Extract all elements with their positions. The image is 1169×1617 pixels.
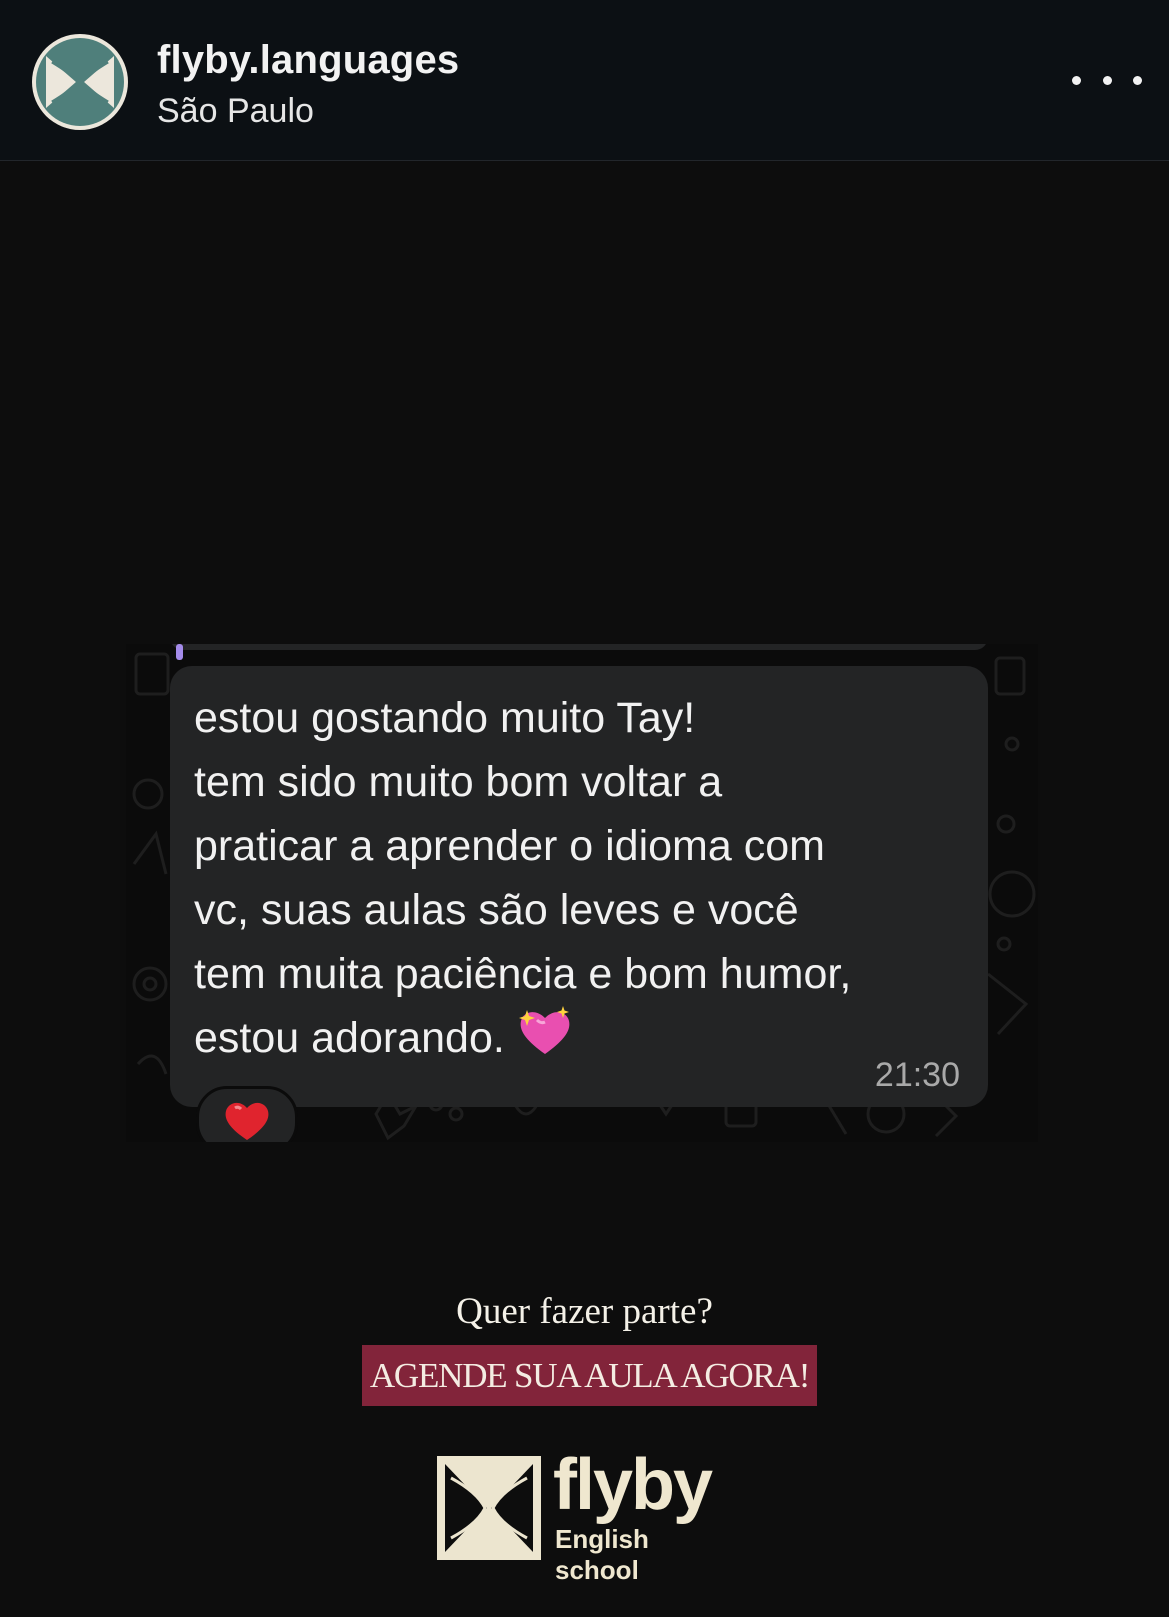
message-last-line: estou adorando.	[194, 1006, 974, 1070]
profile-username[interactable]: flyby.languages	[157, 38, 459, 83]
message-line: estou adorando.	[194, 1014, 505, 1062]
chat-message-bubble: estou gostando muito Tay! tem sido muito…	[170, 666, 988, 1107]
more-dot	[1133, 75, 1142, 85]
schedule-class-banner: AGENDE SUA AULA AGORA!	[362, 1345, 817, 1406]
cta-question: Quer fazer parte?	[456, 1291, 713, 1332]
message-line: tem sido muito bom voltar a	[194, 758, 723, 806]
post-header: flyby.languages São Paulo	[0, 0, 1169, 161]
message-line: tem muita paciência e bom humor,	[194, 950, 852, 998]
message-time: 21:30	[874, 1056, 960, 1094]
brand-logo: flyby English school	[437, 1445, 737, 1585]
message-reaction[interactable]	[196, 1086, 298, 1142]
message-text: estou gostando muito Tay! tem sido muito…	[194, 686, 974, 1070]
reply-indicator	[176, 644, 183, 660]
chat-screenshot: estou gostando muito Tay! tem sido muito…	[126, 644, 1038, 1142]
red-heart-icon	[225, 1102, 269, 1140]
post-location[interactable]: São Paulo	[157, 92, 314, 131]
more-dot	[1072, 75, 1081, 85]
flyby-brand-mark-icon	[437, 1456, 541, 1560]
message-line: vc, suas aulas são leves e você	[194, 886, 799, 934]
more-options-icon[interactable]	[1072, 60, 1142, 100]
message-line: praticar a aprender o idioma com	[194, 822, 825, 870]
sparkling-heart-icon	[518, 1006, 570, 1054]
flyby-logo-icon	[36, 38, 124, 126]
message-line: estou gostando muito Tay!	[194, 694, 696, 742]
more-dot	[1102, 75, 1112, 85]
brand-name: flyby	[553, 1445, 713, 1525]
previous-message-edge	[170, 644, 988, 650]
brand-subtitle: English school	[555, 1524, 649, 1585]
profile-avatar[interactable]	[32, 34, 128, 130]
